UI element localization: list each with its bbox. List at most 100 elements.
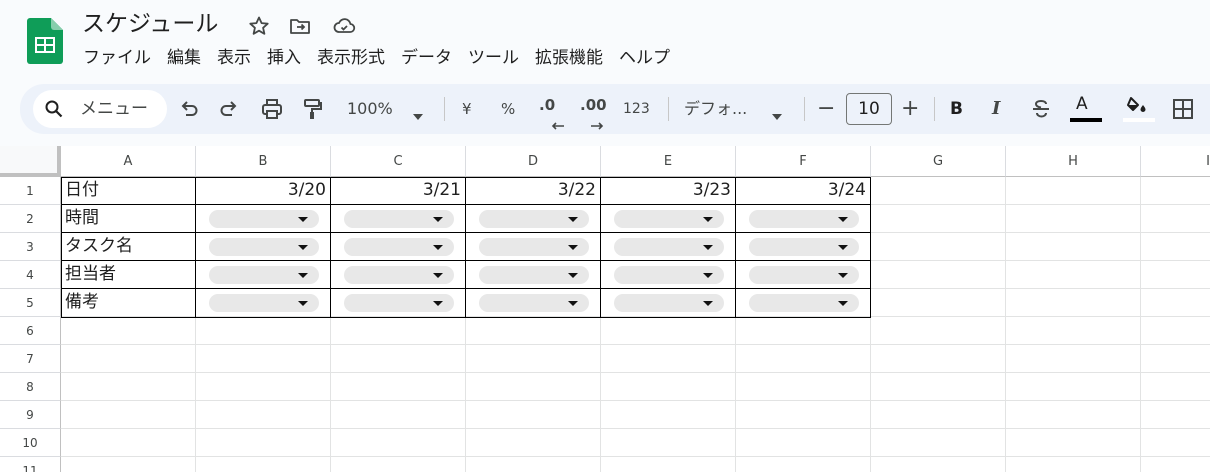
cell-a11[interactable] — [61, 457, 196, 472]
dropdown-chip[interactable] — [344, 238, 454, 256]
cell-h7[interactable] — [1006, 345, 1141, 373]
cell-e11[interactable] — [601, 457, 736, 472]
row-header-1[interactable]: 1 — [0, 177, 61, 205]
menu-edit[interactable]: 編集 — [159, 44, 209, 72]
dropdown-chip[interactable] — [749, 210, 859, 228]
cell-e9[interactable] — [601, 401, 736, 429]
dropdown-chip[interactable] — [344, 266, 454, 284]
cell-a2[interactable]: 時間 — [61, 205, 196, 233]
cell-a1[interactable]: 日付 — [61, 177, 196, 205]
cell-d2[interactable] — [466, 205, 601, 233]
cell-b1[interactable]: 3/20 — [196, 177, 331, 205]
cell-g6[interactable] — [871, 317, 1006, 345]
row-header-9[interactable]: 9 — [0, 401, 61, 429]
cell-f1[interactable]: 3/24 — [736, 177, 871, 205]
menu-search[interactable]: メニュー — [33, 90, 167, 128]
row-header-4[interactable]: 4 — [0, 261, 61, 289]
cell-a5[interactable]: 備考 — [61, 289, 196, 317]
dropdown-chip[interactable] — [209, 294, 319, 312]
cell-i5[interactable] — [1141, 289, 1210, 317]
cell-h11[interactable] — [1006, 457, 1141, 472]
fill-color-icon[interactable] — [1125, 94, 1149, 118]
dropdown-chip[interactable] — [209, 238, 319, 256]
number-format-button[interactable]: 123 — [623, 84, 650, 134]
column-header-e[interactable]: E — [601, 146, 736, 177]
cell-i7[interactable] — [1141, 345, 1210, 373]
dropdown-chip[interactable] — [614, 294, 724, 312]
cell-a6[interactable] — [61, 317, 196, 345]
cell-f11[interactable] — [736, 457, 871, 472]
cell-g4[interactable] — [871, 261, 1006, 289]
italic-button[interactable]: I — [992, 84, 1000, 134]
dropdown-chip[interactable] — [614, 266, 724, 284]
cell-i2[interactable] — [1141, 205, 1210, 233]
font-select[interactable]: デフォ... — [684, 84, 747, 134]
move-folder-icon[interactable] — [288, 14, 312, 38]
cell-c10[interactable] — [331, 429, 466, 457]
dropdown-chip[interactable] — [209, 266, 319, 284]
cell-h1[interactable] — [1006, 177, 1141, 205]
document-title[interactable]: スケジュール — [82, 8, 218, 40]
cell-h5[interactable] — [1006, 289, 1141, 317]
cell-e10[interactable] — [601, 429, 736, 457]
cell-c8[interactable] — [331, 373, 466, 401]
cell-i9[interactable] — [1141, 401, 1210, 429]
cell-g2[interactable] — [871, 205, 1006, 233]
cell-b7[interactable] — [196, 345, 331, 373]
paint-format-icon[interactable] — [302, 97, 324, 121]
cell-c2[interactable] — [331, 205, 466, 233]
column-header-g[interactable]: G — [871, 146, 1006, 177]
font-dropdown-icon[interactable] — [771, 105, 783, 129]
increase-font-size-button[interactable]: + — [901, 84, 919, 134]
cell-f4[interactable] — [736, 261, 871, 289]
dropdown-chip[interactable] — [344, 210, 454, 228]
row-header-11[interactable]: 11 — [0, 457, 61, 472]
dropdown-chip[interactable] — [614, 238, 724, 256]
column-header-c[interactable]: C — [331, 146, 466, 177]
cell-h3[interactable] — [1006, 233, 1141, 261]
cell-i10[interactable] — [1141, 429, 1210, 457]
column-header-i[interactable]: I — [1141, 146, 1210, 177]
cell-g5[interactable] — [871, 289, 1006, 317]
cell-c7[interactable] — [331, 345, 466, 373]
borders-icon[interactable] — [1172, 97, 1194, 121]
cell-c4[interactable] — [331, 261, 466, 289]
cell-c11[interactable] — [331, 457, 466, 472]
cell-e2[interactable] — [601, 205, 736, 233]
zoom-dropdown-icon[interactable] — [412, 105, 424, 129]
font-size-input[interactable]: 10 — [846, 93, 892, 125]
cell-h8[interactable] — [1006, 373, 1141, 401]
cell-f3[interactable] — [736, 233, 871, 261]
dropdown-chip[interactable] — [344, 294, 454, 312]
cell-b2[interactable] — [196, 205, 331, 233]
cell-d9[interactable] — [466, 401, 601, 429]
cell-g11[interactable] — [871, 457, 1006, 472]
cell-f8[interactable] — [736, 373, 871, 401]
cell-i4[interactable] — [1141, 261, 1210, 289]
cell-a7[interactable] — [61, 345, 196, 373]
decrease-font-size-button[interactable]: − — [817, 84, 835, 134]
cell-d3[interactable] — [466, 233, 601, 261]
row-header-7[interactable]: 7 — [0, 345, 61, 373]
column-header-f[interactable]: F — [736, 146, 871, 177]
cell-a9[interactable] — [61, 401, 196, 429]
cell-c3[interactable] — [331, 233, 466, 261]
percent-format-button[interactable]: % — [501, 84, 515, 134]
menu-tools[interactable]: ツール — [460, 44, 527, 72]
menu-data[interactable]: データ — [393, 44, 460, 72]
cell-e7[interactable] — [601, 345, 736, 373]
strikethrough-icon[interactable] — [1030, 97, 1052, 121]
cell-b6[interactable] — [196, 317, 331, 345]
cell-i8[interactable] — [1141, 373, 1210, 401]
column-header-d[interactable]: D — [466, 146, 601, 177]
cell-d8[interactable] — [466, 373, 601, 401]
sheets-logo-icon[interactable] — [27, 18, 63, 64]
menu-format[interactable]: 表示形式 — [309, 44, 393, 72]
dropdown-chip[interactable] — [749, 294, 859, 312]
cell-e3[interactable] — [601, 233, 736, 261]
cell-d11[interactable] — [466, 457, 601, 472]
cell-h6[interactable] — [1006, 317, 1141, 345]
row-header-3[interactable]: 3 — [0, 233, 61, 261]
cell-f7[interactable] — [736, 345, 871, 373]
cell-b9[interactable] — [196, 401, 331, 429]
